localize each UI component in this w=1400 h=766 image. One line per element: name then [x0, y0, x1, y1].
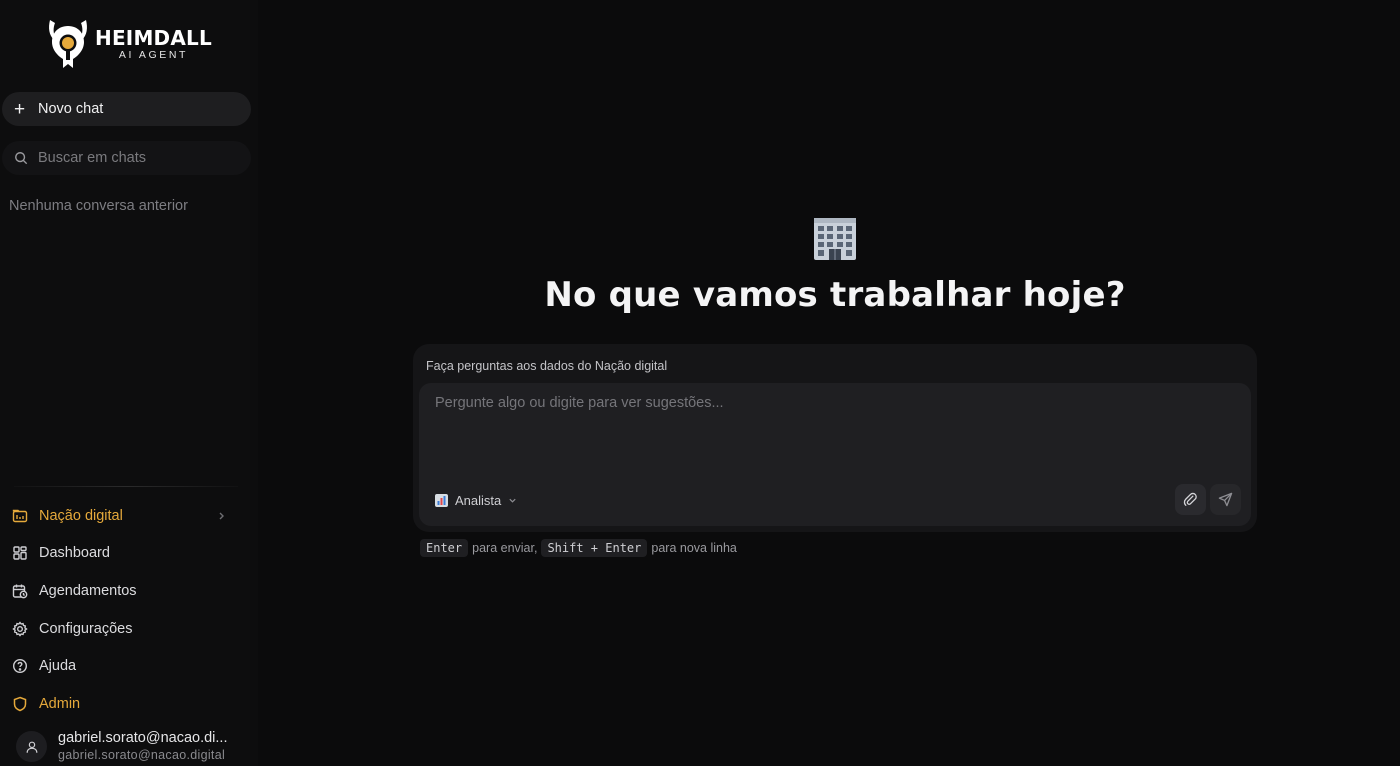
enter-hint-text: para enviar, — [472, 541, 538, 555]
gear-icon — [12, 621, 28, 637]
paperclip-icon — [1183, 492, 1197, 506]
sidebar-item-label: Dashboard — [39, 545, 110, 561]
sidebar-item-label: Ajuda — [39, 658, 77, 674]
composer-box: Analista — [419, 383, 1251, 526]
sidebar-item-nacao-digital[interactable]: Nação digital — [12, 502, 244, 530]
building-icon — [12, 509, 28, 523]
sidebar-item-admin[interactable]: Admin — [12, 690, 244, 718]
help-circle-icon — [12, 658, 28, 674]
composer-caption: Faça perguntas aos dados do Nação digita… — [426, 359, 668, 373]
user-texts: gabriel.sorato@nacao.di... gabriel.sorat… — [58, 728, 227, 761]
sidebar-item-label: Nação digital — [39, 508, 123, 524]
sidebar-item-label: Configurações — [39, 621, 133, 637]
heimdall-logo[interactable]: HEIMDALL AI AGENT — [44, 18, 214, 70]
chevron-right-icon — [219, 512, 224, 520]
shift-enter-hint-text: para nova linha — [651, 541, 737, 555]
bar-chart-icon — [435, 493, 448, 507]
mode-selector[interactable]: Analista — [435, 490, 517, 510]
chevron-down-icon — [509, 498, 516, 503]
sidebar: HEIMDALL AI AGENT + Novo chat Nenhuma co… — [0, 0, 258, 766]
keyboard-hints: Enter para enviar, Shift + Enter para no… — [420, 538, 741, 558]
page-title: No que vamos trabalhar hoje? — [544, 275, 1126, 315]
sidebar-divider — [14, 486, 238, 487]
sidebar-item-dashboard[interactable]: Dashboard — [12, 539, 244, 567]
sidebar-item-configuracoes[interactable]: Configurações — [12, 615, 244, 643]
user-profile[interactable]: gabriel.sorato@nacao.di... gabriel.sorat… — [16, 728, 252, 766]
new-chat-button[interactable]: + Novo chat — [2, 92, 251, 126]
mode-label: Analista — [455, 492, 502, 508]
chat-composer: Faça perguntas aos dados do Nação digita… — [413, 344, 1257, 532]
logo-title: HEIMDALL — [95, 25, 212, 50]
sidebar-item-label: Admin — [39, 696, 81, 712]
send-icon — [1218, 492, 1233, 507]
office-building-icon — [814, 218, 856, 260]
user-icon — [26, 741, 37, 753]
send-button[interactable] — [1210, 484, 1241, 515]
user-email: gabriel.sorato@nacao.digital — [58, 747, 226, 762]
sidebar-item-label: Agendamentos — [39, 583, 137, 599]
sidebar-item-ajuda[interactable]: Ajuda — [12, 652, 244, 680]
calendar-clock-icon — [12, 584, 28, 599]
shift-enter-key-badge: Shift + Enter — [541, 539, 648, 557]
attach-button[interactable] — [1175, 484, 1206, 515]
message-input[interactable] — [433, 393, 1233, 463]
search-icon — [15, 152, 28, 165]
enter-key-badge: Enter — [420, 539, 469, 557]
avatar — [16, 731, 47, 762]
shield-icon — [13, 696, 27, 712]
logo-tagline: AI AGENT — [118, 48, 189, 61]
plus-icon: + — [14, 98, 26, 120]
grid-icon — [13, 546, 27, 560]
empty-history-text: Nenhuma conversa anterior — [9, 198, 188, 214]
sidebar-item-agendamentos[interactable]: Agendamentos — [12, 577, 244, 605]
app-root: HEIMDALL AI AGENT + Novo chat Nenhuma co… — [0, 0, 1400, 766]
heimdall-logo-icon — [49, 20, 87, 68]
search-box[interactable] — [2, 141, 251, 175]
user-name: gabriel.sorato@nacao.di... — [58, 730, 228, 746]
new-chat-label: Novo chat — [38, 101, 104, 117]
search-input[interactable] — [36, 149, 236, 167]
logo-wordmark: HEIMDALL AI AGENT — [95, 28, 212, 61]
